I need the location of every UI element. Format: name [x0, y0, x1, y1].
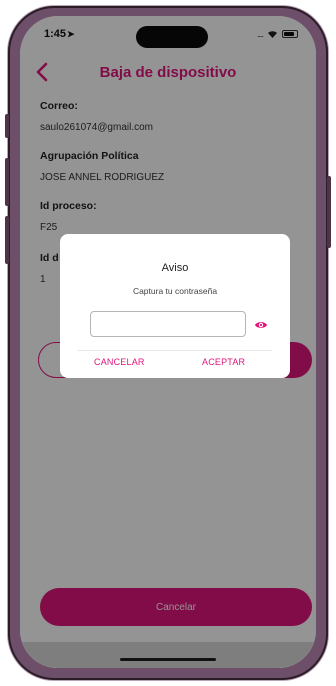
volume-up-button: [5, 158, 9, 206]
dialog-message: Captura tu contraseña: [132, 286, 218, 296]
home-indicator[interactable]: [120, 658, 216, 661]
dialog-accept-button[interactable]: ACEPTAR: [202, 357, 245, 367]
dialog-title: Aviso: [161, 262, 189, 274]
eye-icon[interactable]: [254, 318, 268, 330]
mute-switch: [5, 114, 9, 138]
screen: 1:45➤ .... Baja de dispositivo Correo: s…: [20, 16, 316, 668]
dialog-cancel-button[interactable]: CANCELAR: [94, 357, 145, 367]
volume-down-button: [5, 216, 9, 264]
password-input[interactable]: [90, 311, 246, 337]
dialog-divider: [78, 350, 272, 351]
power-button: [327, 176, 331, 248]
password-dialog: Aviso Captura tu contraseña CANCELAR ACE…: [60, 234, 290, 378]
